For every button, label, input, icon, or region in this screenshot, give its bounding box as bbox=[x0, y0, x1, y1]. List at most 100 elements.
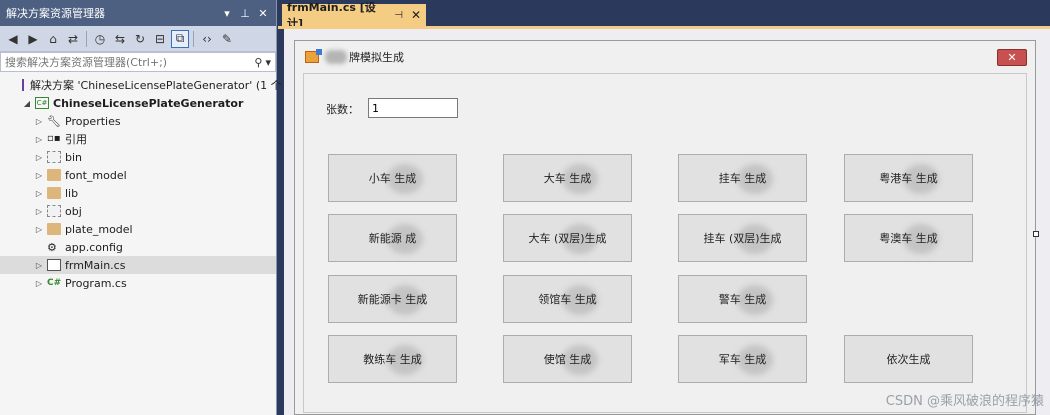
tree-node-plate-model[interactable]: ▷ plate_model bbox=[0, 220, 276, 238]
solution-tree: 解决方案 'ChineseLicensePlateGenerator' (1 个… bbox=[0, 72, 282, 292]
tree-node-label: Program.cs bbox=[65, 276, 127, 290]
collapse-all-icon[interactable]: ⊟ bbox=[151, 30, 169, 48]
generate-police-button[interactable]: 警车 生成 bbox=[678, 275, 807, 323]
button-label: 粤港车 生成 bbox=[879, 172, 938, 185]
tree-node-label: Properties bbox=[65, 114, 121, 128]
collapsed-arrow-icon[interactable]: ▷ bbox=[34, 279, 44, 288]
form-title: 牌模拟生成 bbox=[349, 51, 404, 64]
close-icon[interactable]: ✕ bbox=[411, 8, 421, 22]
close-icon[interactable]: ✕ bbox=[256, 7, 270, 20]
generate-large-car-double-button[interactable]: 大车 (双层)生成 bbox=[503, 214, 632, 262]
hidden-folder-icon bbox=[47, 151, 61, 163]
button-label: 依次生成 bbox=[886, 353, 931, 366]
watermark: CSDN @乘风破浪的程序猿 bbox=[885, 394, 1044, 409]
switch-views-icon[interactable]: ⇄ bbox=[64, 30, 82, 48]
collapsed-arrow-icon[interactable]: ▷ bbox=[34, 261, 44, 270]
sync-icon[interactable]: ⇆ bbox=[111, 30, 129, 48]
forward-icon[interactable]: ▶ bbox=[24, 30, 42, 48]
folder-icon bbox=[47, 169, 61, 181]
search-options-icon[interactable]: ▾ bbox=[265, 56, 271, 69]
expanded-arrow-icon[interactable]: ◢ bbox=[22, 99, 32, 108]
tree-node-font-model[interactable]: ▷ font_model bbox=[0, 166, 276, 184]
tree-node-program[interactable]: ▷ C# Program.cs bbox=[0, 274, 276, 292]
tab-frmmain-designer[interactable]: frmMain.cs [设计] ⊣ ✕ bbox=[282, 1, 426, 30]
collapsed-arrow-icon[interactable]: ▷ bbox=[34, 189, 44, 198]
generate-new-energy-truck-button[interactable]: 新能源卡 生成 bbox=[328, 275, 457, 323]
collapsed-arrow-icon[interactable]: ▷ bbox=[34, 135, 44, 144]
solution-explorer-search[interactable]: ⚲ ▾ bbox=[0, 52, 276, 72]
generate-new-energy-button[interactable]: 新能源 成 bbox=[328, 214, 457, 262]
refresh-icon[interactable]: ↻ bbox=[131, 30, 149, 48]
count-label: 张数： bbox=[326, 103, 359, 116]
button-label: 军车 生成 bbox=[718, 353, 767, 366]
dropdown-icon[interactable]: ▾ bbox=[220, 7, 234, 20]
config-file-icon: ⚙ bbox=[47, 241, 57, 254]
tree-node-app-config[interactable]: ⚙ app.config bbox=[0, 238, 276, 256]
csharp-file-icon: C# bbox=[47, 278, 62, 288]
solution-explorer-title: 解决方案资源管理器 bbox=[6, 7, 105, 20]
button-label: 大车 (双层)生成 bbox=[528, 232, 607, 245]
tree-node-label: font_model bbox=[65, 168, 127, 182]
pin-icon[interactable]: ⊣ bbox=[394, 10, 403, 21]
collapsed-arrow-icon[interactable]: ▷ bbox=[34, 171, 44, 180]
tree-node-bin[interactable]: ▷ bin bbox=[0, 148, 276, 166]
tree-node-solution[interactable]: 解决方案 'ChineseLicensePlateGenerator' (1 个 bbox=[0, 76, 282, 94]
generate-consulate-button[interactable]: 领馆车 生成 bbox=[503, 275, 632, 323]
collapsed-arrow-icon[interactable]: ▷ bbox=[34, 153, 44, 162]
tree-node-references[interactable]: ▷ ▫▪ 引用 bbox=[0, 130, 276, 148]
pin-icon[interactable]: ⊥ bbox=[238, 7, 252, 20]
generate-macau-cross-border-button[interactable]: 粤澳车 生成 bbox=[844, 214, 973, 262]
tree-node-label: 引用 bbox=[65, 133, 87, 146]
solution-icon bbox=[22, 79, 24, 91]
tree-node-label: ChineseLicensePlateGenerator bbox=[53, 96, 244, 110]
tree-node-label: obj bbox=[65, 204, 82, 218]
toolbar-separator bbox=[193, 30, 194, 47]
search-icon[interactable]: ⚲ bbox=[254, 56, 262, 69]
show-all-files-icon[interactable]: ⧉ bbox=[171, 29, 189, 48]
generate-large-car-button[interactable]: 大车 生成 bbox=[503, 154, 632, 202]
generate-trailer-button[interactable]: 挂车 生成 bbox=[678, 154, 807, 202]
button-label: 新能源卡 生成 bbox=[357, 293, 428, 306]
button-label: 大车 生成 bbox=[543, 172, 592, 185]
collapsed-arrow-icon[interactable]: ▷ bbox=[34, 207, 44, 216]
search-input[interactable] bbox=[5, 55, 252, 69]
tree-node-lib[interactable]: ▷ lib bbox=[0, 184, 276, 202]
tree-node-obj[interactable]: ▷ obj bbox=[0, 202, 276, 220]
generate-embassy-button[interactable]: 使馆 生成 bbox=[503, 335, 632, 383]
button-label: 领馆车 生成 bbox=[538, 293, 597, 306]
redacted-blur bbox=[325, 50, 347, 64]
tree-node-label: plate_model bbox=[65, 222, 133, 236]
properties-wrench-icon[interactable]: ✎ bbox=[218, 30, 236, 48]
form-close-button[interactable]: ✕ bbox=[997, 49, 1027, 66]
folder-icon bbox=[47, 223, 61, 235]
count-input[interactable] bbox=[368, 98, 458, 118]
tree-node-label: bin bbox=[65, 150, 83, 164]
form-icon bbox=[305, 49, 322, 63]
button-label: 小车 生成 bbox=[368, 172, 417, 185]
collapsed-arrow-icon[interactable]: ▷ bbox=[34, 117, 44, 126]
generate-small-car-button[interactable]: 小车 生成 bbox=[328, 154, 457, 202]
csharp-project-icon: C# bbox=[35, 97, 49, 109]
generate-hk-cross-border-button[interactable]: 粤港车 生成 bbox=[844, 154, 973, 202]
view-code-icon[interactable]: ‹› bbox=[198, 30, 216, 48]
solution-explorer-toolbar: ◀ ▶ ⌂ ⇄ ◷ ⇆ ↻ ⊟ ⧉ ‹› ✎ bbox=[0, 26, 276, 52]
tree-node-properties[interactable]: ▷ 🔧︎ Properties bbox=[0, 112, 276, 130]
tree-node-label: frmMain.cs bbox=[65, 258, 126, 272]
generate-coach-button[interactable]: 教练车 生成 bbox=[328, 335, 457, 383]
collapsed-arrow-icon[interactable]: ▷ bbox=[34, 225, 44, 234]
tree-node-frmmain[interactable]: ▷ frmMain.cs bbox=[0, 256, 276, 274]
button-label: 警车 生成 bbox=[718, 293, 767, 306]
form-resize-handle[interactable] bbox=[1033, 231, 1039, 237]
toolbar-separator bbox=[86, 30, 87, 47]
generate-trailer-double-button[interactable]: 挂车 (双层)生成 bbox=[678, 214, 807, 262]
generate-sequential-button[interactable]: 依次生成 bbox=[844, 335, 973, 383]
form-titlebar: 牌模拟生成 ✕ bbox=[295, 41, 1035, 73]
pending-changes-icon[interactable]: ◷ bbox=[91, 30, 109, 48]
generate-military-button[interactable]: 军车 生成 bbox=[678, 335, 807, 383]
back-icon[interactable]: ◀ bbox=[4, 30, 22, 48]
document-tab-strip: frmMain.cs [设计] ⊣ ✕ bbox=[278, 0, 1050, 30]
tree-node-project[interactable]: ◢ C# ChineseLicensePlateGenerator bbox=[0, 94, 276, 112]
button-label: 挂车 (双层)生成 bbox=[703, 232, 782, 245]
home-icon[interactable]: ⌂ bbox=[44, 30, 62, 48]
tree-node-label: lib bbox=[65, 186, 79, 200]
